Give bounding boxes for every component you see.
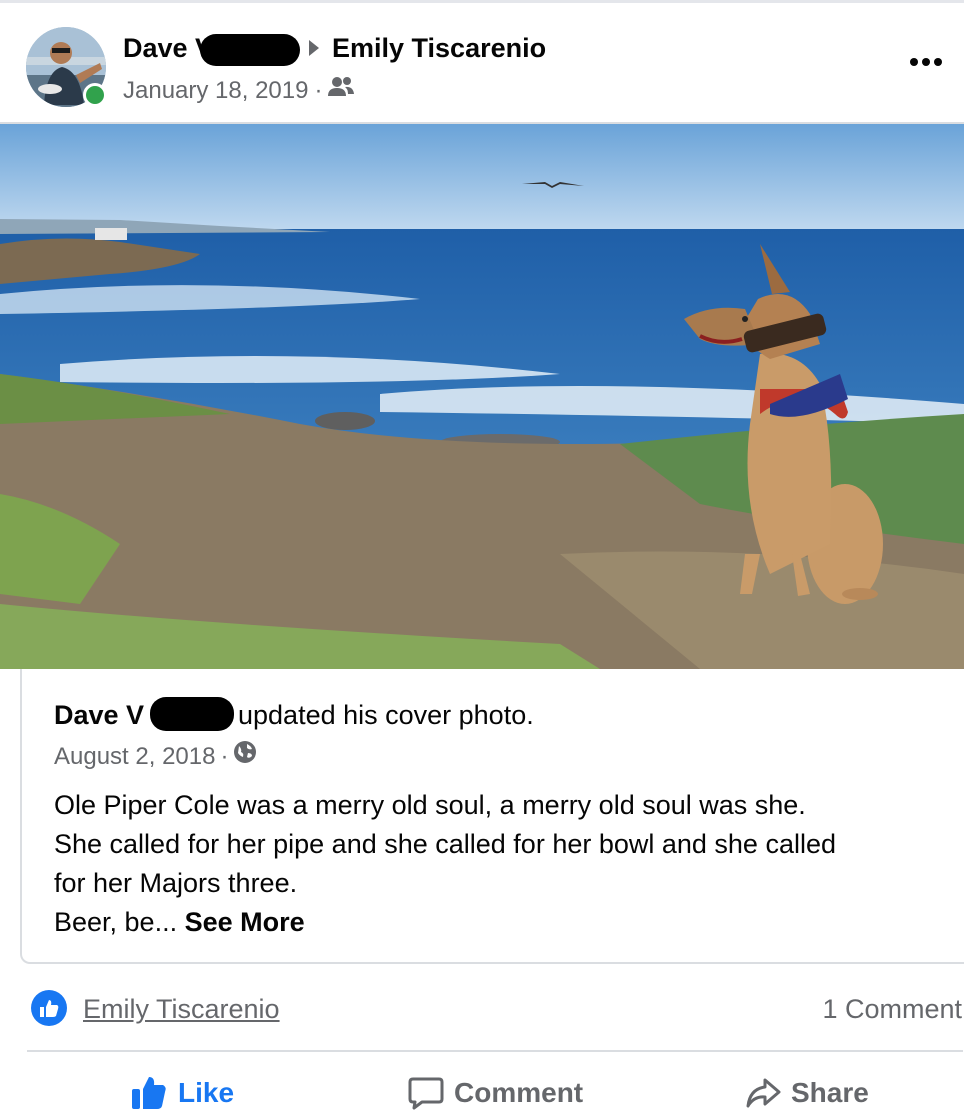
dot [934, 58, 942, 66]
shared-post-meta: August 2, 2018 · [54, 740, 257, 773]
shared-post-date-link[interactable]: August 2, 2018 [54, 741, 215, 773]
redaction-mark [150, 697, 234, 731]
share-label: Share [791, 1077, 869, 1108]
friends-icon[interactable] [328, 76, 355, 106]
shared-post-action: updated his cover photo. [238, 700, 534, 730]
actions-divider [27, 1050, 963, 1052]
cover-photo[interactable] [0, 124, 964, 669]
text-line: She called for her pipe and she called f… [54, 829, 836, 859]
online-status-indicator [83, 83, 107, 107]
dog-by-ocean-image [0, 124, 964, 669]
comments-count-link[interactable]: 1 Comment [822, 992, 962, 1026]
truncated-text: Beer, be... [54, 907, 178, 937]
text-line: for her Majors three. [54, 868, 298, 898]
meta-separator: · [220, 742, 229, 770]
reactor-name-link[interactable]: Emily Tiscarenio [83, 992, 280, 1026]
more-options-icon[interactable] [906, 50, 946, 74]
text-line: Ole Piper Cole was a merry old soul, a m… [54, 790, 806, 820]
share-button[interactable]: Share [745, 1070, 869, 1116]
like-label: Like [178, 1077, 235, 1108]
meta-separator: · [314, 77, 323, 104]
like-reaction-icon[interactable] [31, 990, 67, 1026]
like-icon [130, 1075, 168, 1111]
comment-icon [408, 1075, 444, 1111]
like-button[interactable]: Like [130, 1070, 234, 1116]
top-border [0, 0, 964, 3]
share-icon [745, 1075, 781, 1111]
post-date-link[interactable]: January 18, 2019 [123, 76, 308, 106]
comment-label: Comment [454, 1077, 584, 1108]
dot [922, 58, 930, 66]
text-line-truncated: Beer, be... See More [54, 903, 934, 942]
recipient-name-link[interactable]: Emily Tiscarenio [332, 30, 546, 66]
globe-icon[interactable] [233, 740, 257, 773]
post-meta: January 18, 2019 · [123, 76, 355, 106]
shared-author-name-link[interactable]: Dave V [54, 700, 144, 730]
shared-post-author[interactable]: Dave V [54, 697, 144, 733]
see-more-link[interactable]: See More [185, 907, 305, 937]
arrow-right-icon [309, 40, 319, 56]
shared-post-text: Ole Piper Cole was a merry old soul, a m… [54, 786, 934, 942]
redaction-mark [200, 34, 300, 66]
comment-button[interactable]: Comment [408, 1070, 583, 1116]
dot [910, 58, 918, 66]
